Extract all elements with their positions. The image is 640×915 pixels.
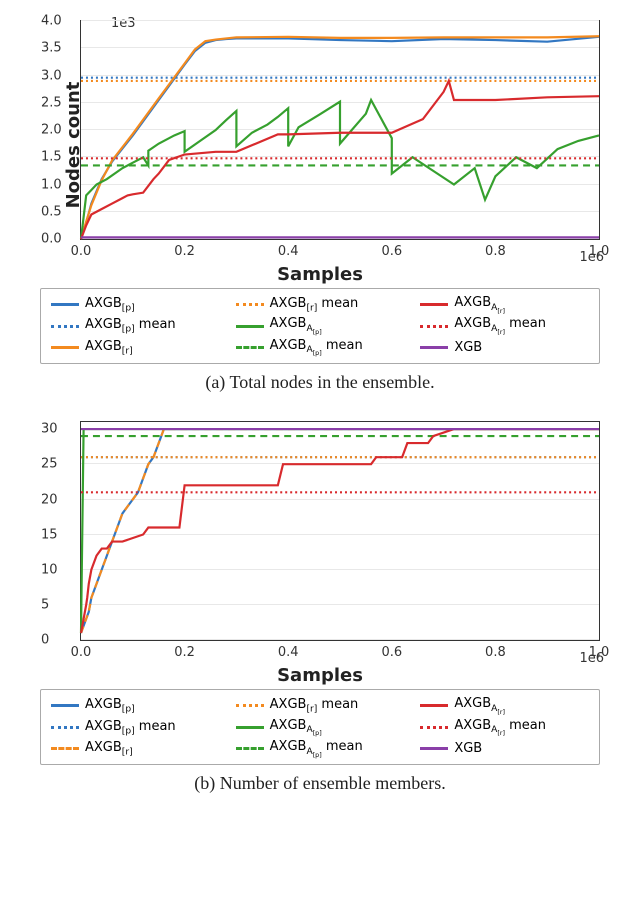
legend-swatch xyxy=(51,346,79,349)
x-tick: 0.4 xyxy=(278,244,299,259)
legend-label: XGB xyxy=(454,340,482,355)
x-tick: 0.0 xyxy=(71,645,92,660)
legend-swatch xyxy=(236,325,264,328)
legend-item: AXGBA[p] xyxy=(236,316,405,335)
y-tick: 1.0 xyxy=(41,177,62,192)
y-tick: 0.5 xyxy=(41,204,62,219)
y-tick: 0.0 xyxy=(41,232,62,247)
legend-swatch xyxy=(420,704,448,707)
legend-b: AXGB[p] AXGB[r] mean AXGBA[r] AXGB[p] mean A… xyxy=(40,689,600,765)
legend-item: AXGBA[p] mean xyxy=(236,739,405,758)
legend-item: AXGB[p] xyxy=(51,696,220,715)
plot-b-box: 0510152025300.00.20.40.60.81.0 1e6 xyxy=(80,421,600,641)
legend-label: XGB xyxy=(454,741,482,756)
legend-label: AXGBA[p] mean xyxy=(270,338,363,357)
caption-a: (a) Total nodes in the ensemble. xyxy=(10,372,630,393)
legend-label: AXGBA[r] mean xyxy=(454,718,546,737)
legend-item: XGB xyxy=(420,739,589,758)
legend-item: AXGBA[p] mean xyxy=(236,338,405,357)
x-tick: 0.0 xyxy=(71,244,92,259)
legend-a: AXGB[p] AXGB[r] mean AXGBA[r] AXGB[p] mean A… xyxy=(40,288,600,364)
series-line xyxy=(81,429,599,633)
legend-swatch xyxy=(51,325,79,328)
legend-item: AXGBA[p] xyxy=(236,718,405,737)
x-axis-label: Samples xyxy=(277,264,363,285)
legend-item: AXGB[r] xyxy=(51,338,220,357)
legend-item: AXGB[r] mean xyxy=(236,696,405,715)
x-tick: 0.4 xyxy=(278,645,299,660)
legend-swatch xyxy=(236,747,264,750)
legend-label: AXGB[r] mean xyxy=(270,296,359,314)
legend-item: AXGB[p] xyxy=(51,295,220,314)
x-tick: 0.8 xyxy=(485,244,506,259)
legend-item: AXGB[p] mean xyxy=(51,718,220,737)
y-tick: 3.5 xyxy=(41,41,62,56)
legend-swatch xyxy=(420,747,448,750)
legend-item: AXGBA[r] mean xyxy=(420,316,589,335)
x-exponent: 1e6 xyxy=(579,250,604,265)
plot-a-box: 1e3 0.00.51.01.52.02.53.03.54.00.00.20.4… xyxy=(80,20,600,240)
legend-swatch xyxy=(236,346,264,349)
y-tick: 2.5 xyxy=(41,95,62,110)
legend-label: AXGBA[p] xyxy=(270,316,322,335)
legend-label: AXGB[p] mean xyxy=(85,719,176,737)
legend-label: AXGB[p] xyxy=(85,296,135,314)
y-tick: 10 xyxy=(41,562,58,577)
x-tick: 0.6 xyxy=(381,244,402,259)
legend-swatch xyxy=(51,747,79,750)
legend-label: AXGBA[p] xyxy=(270,718,322,737)
legend-label: AXGB[r] mean xyxy=(270,697,359,715)
legend-item: AXGB[p] mean xyxy=(51,316,220,335)
legend-item: AXGBA[r] xyxy=(420,696,589,715)
figure-b: estimators count 0510152025300.00.20.40.… xyxy=(10,411,630,681)
x-tick: 0.2 xyxy=(174,244,195,259)
legend-item: AXGBA[r] xyxy=(420,295,589,314)
legend-swatch xyxy=(51,704,79,707)
legend-swatch xyxy=(51,303,79,306)
legend-label: AXGB[r] xyxy=(85,339,133,357)
series-line xyxy=(81,429,599,633)
series-line xyxy=(81,100,599,239)
legend-swatch xyxy=(236,704,264,707)
y-tick: 15 xyxy=(41,527,58,542)
legend-item: XGB xyxy=(420,338,589,357)
y-tick: 30 xyxy=(41,422,58,437)
y-tick: 5 xyxy=(41,598,49,613)
legend-label: AXGB[p] mean xyxy=(85,317,176,335)
y-tick: 4.0 xyxy=(41,14,62,29)
y-tick: 0 xyxy=(41,633,49,648)
legend-item: AXGB[r] xyxy=(51,739,220,758)
x-exponent-b: 1e6 xyxy=(579,651,604,666)
legend-swatch xyxy=(51,726,79,729)
legend-label: AXGB[r] xyxy=(85,740,133,758)
legend-swatch xyxy=(420,325,448,328)
legend-swatch xyxy=(236,303,264,306)
legend-label: AXGBA[r] xyxy=(454,696,505,715)
x-tick: 0.2 xyxy=(174,645,195,660)
y-tick: 1.5 xyxy=(41,150,62,165)
legend-swatch xyxy=(420,303,448,306)
figure-a: Nodes count 1e3 0.00.51.01.52.02.53.03.5… xyxy=(10,10,630,280)
legend-swatch xyxy=(420,726,448,729)
legend-item: AXGBA[r] mean xyxy=(420,718,589,737)
series-line xyxy=(81,429,599,633)
x-axis-label-b: Samples xyxy=(277,665,363,686)
y-tick: 2.0 xyxy=(41,123,62,138)
legend-label: AXGBA[r] mean xyxy=(454,316,546,335)
legend-label: AXGB[p] xyxy=(85,697,135,715)
legend-swatch xyxy=(236,726,264,729)
legend-swatch xyxy=(420,346,448,349)
x-tick: 0.8 xyxy=(485,645,506,660)
x-tick: 0.6 xyxy=(381,645,402,660)
legend-label: AXGBA[p] mean xyxy=(270,739,363,758)
y-tick: 25 xyxy=(41,457,58,472)
series-line xyxy=(81,429,599,633)
legend-label: AXGBA[r] xyxy=(454,295,505,314)
caption-b: (b) Number of ensemble members. xyxy=(10,773,630,794)
y-tick: 3.0 xyxy=(41,68,62,83)
y-tick: 20 xyxy=(41,492,58,507)
legend-item: AXGB[r] mean xyxy=(236,295,405,314)
